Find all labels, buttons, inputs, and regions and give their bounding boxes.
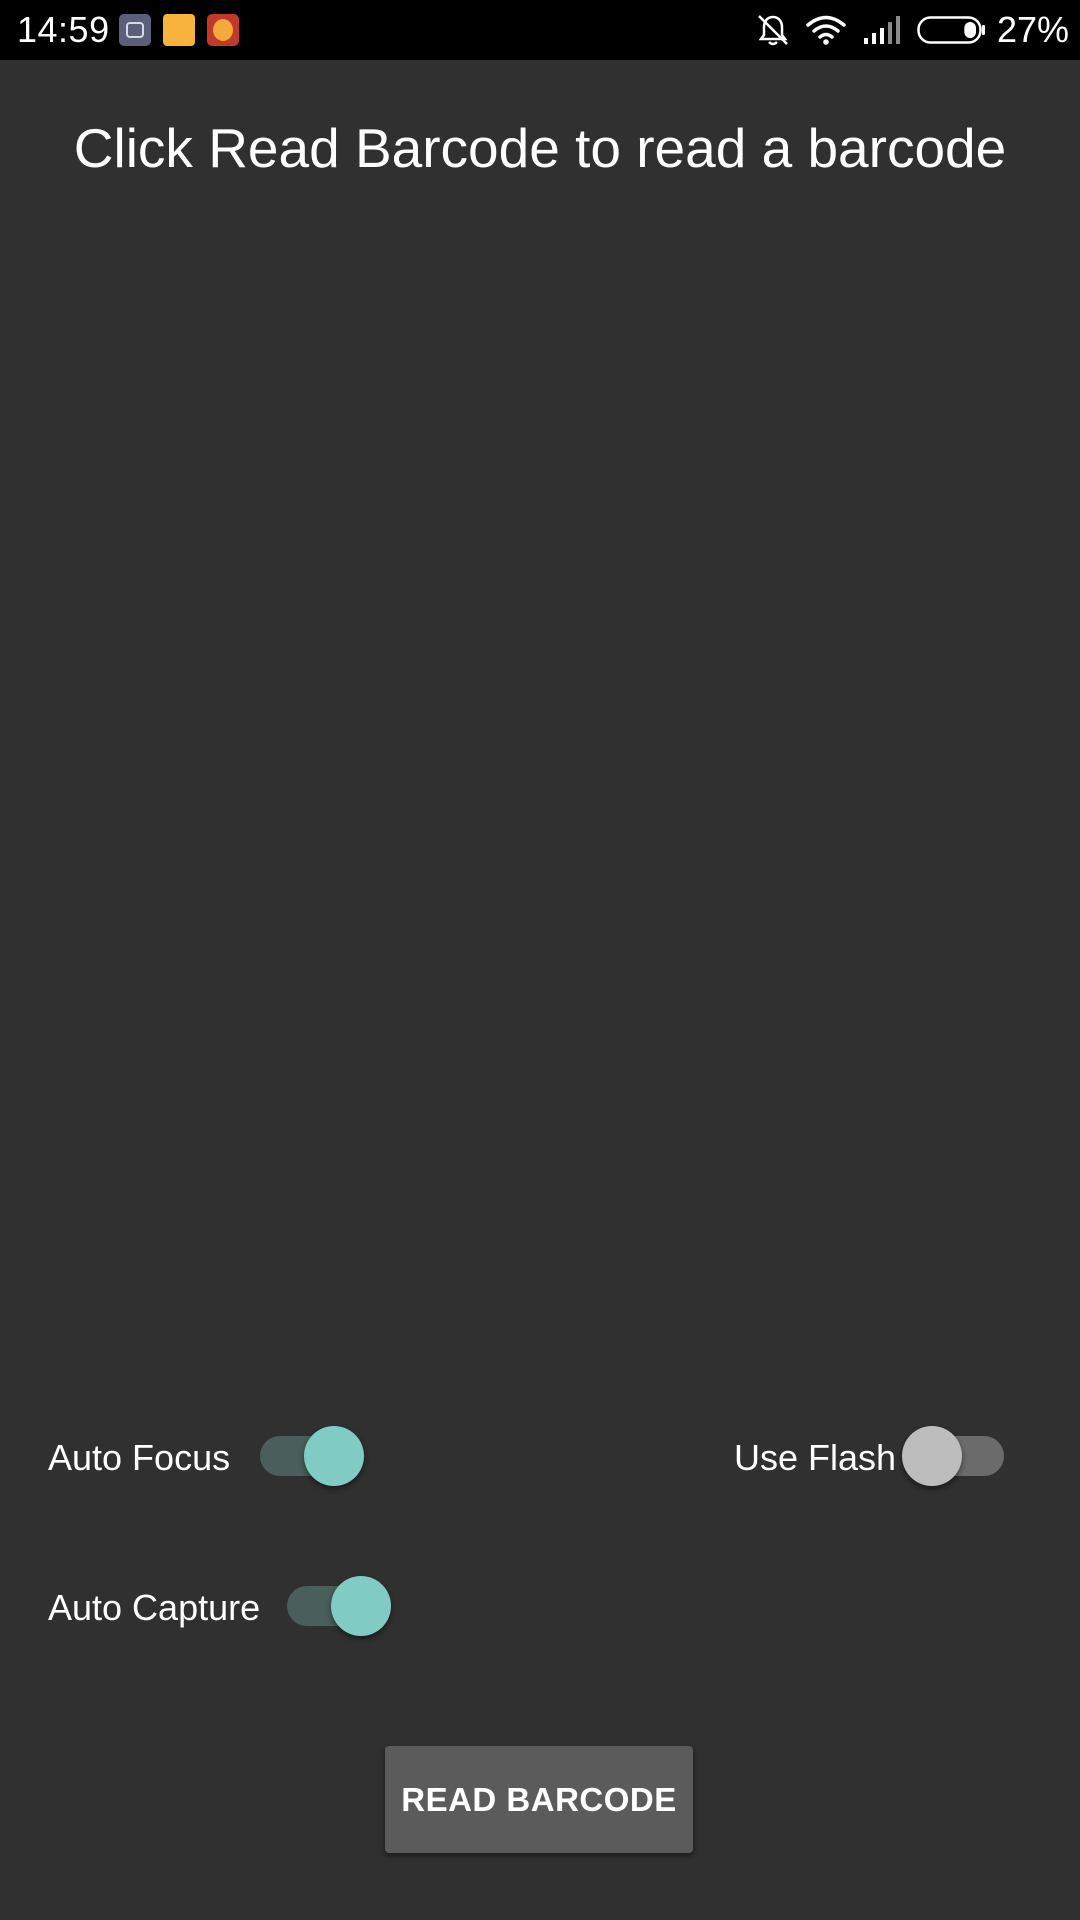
files-app-icon — [163, 14, 195, 46]
use-flash-switch[interactable] — [902, 1421, 1008, 1486]
status-time: 14:59 — [17, 9, 110, 50]
switch-thumb — [304, 1426, 364, 1486]
instruction-heading: Click Read Barcode to read a barcode — [73, 117, 1007, 179]
switch-thumb — [902, 1426, 962, 1486]
wifi-icon — [806, 15, 846, 45]
bell-muted-icon — [758, 15, 788, 46]
auto-capture-switch[interactable] — [287, 1571, 391, 1636]
battery-icon — [917, 16, 985, 44]
status-bar: 14:59 27% — [0, 0, 1080, 60]
switch-thumb — [331, 1576, 391, 1636]
battery-percent: 27% — [997, 9, 1070, 50]
use-flash-label: Use Flash — [734, 1437, 897, 1478]
auto-focus-switch[interactable] — [260, 1421, 364, 1486]
screenshot-app-icon — [119, 14, 151, 46]
read-barcode-button[interactable]: READ BARCODE — [385, 1746, 693, 1853]
game-app-icon — [207, 14, 239, 46]
cell-signal-icon — [864, 16, 900, 44]
auto-focus-label: Auto Focus — [48, 1437, 231, 1478]
auto-capture-label: Auto Capture — [48, 1587, 261, 1628]
